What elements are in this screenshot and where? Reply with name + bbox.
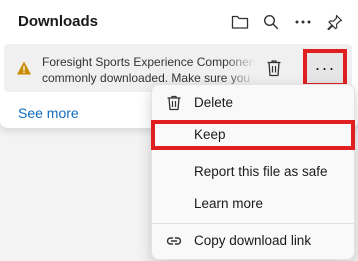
menu-item-report-safe[interactable]: Report this file as safe — [152, 157, 354, 187]
menu-item-label: Report this file as safe — [194, 164, 328, 179]
screen: Downloads Foresight Sports Experience Co… — [0, 0, 358, 261]
download-context-menu: Delete Keep Report this file as safe Lea… — [151, 84, 355, 260]
more-actions-button[interactable]: ··· — [303, 49, 347, 87]
menu-item-keep[interactable]: Keep — [151, 120, 355, 150]
menu-item-label: Delete — [194, 95, 234, 110]
menu-item-label: Keep — [194, 127, 226, 142]
menu-item-delete[interactable]: Delete — [152, 88, 354, 118]
flyout-header: Downloads — [0, 0, 358, 44]
search-icon[interactable] — [259, 10, 283, 34]
flyout-title: Downloads — [18, 13, 99, 30]
menu-item-label: Learn more — [194, 196, 264, 211]
pin-icon[interactable] — [323, 10, 347, 34]
menu-item-learn-more[interactable]: Learn more — [152, 189, 354, 219]
folder-icon[interactable] — [228, 10, 252, 34]
download-filename: Foresight Sports Experience Componen — [42, 55, 256, 69]
trash-icon — [267, 60, 281, 77]
menu-item-label: Copy download link — [194, 233, 312, 248]
see-more-link[interactable]: See more — [18, 105, 79, 121]
download-description: Foresight Sports Experience Componen com… — [42, 54, 256, 86]
trash-icon — [166, 95, 182, 111]
more-icon[interactable] — [291, 10, 315, 34]
menu-item-copy-link[interactable]: Copy download link — [152, 226, 354, 256]
delete-download-button[interactable] — [262, 56, 286, 80]
more-actions-icon: ··· — [314, 57, 336, 78]
link-icon — [166, 233, 182, 249]
menu-separator — [152, 223, 354, 224]
warning-icon — [16, 60, 32, 76]
